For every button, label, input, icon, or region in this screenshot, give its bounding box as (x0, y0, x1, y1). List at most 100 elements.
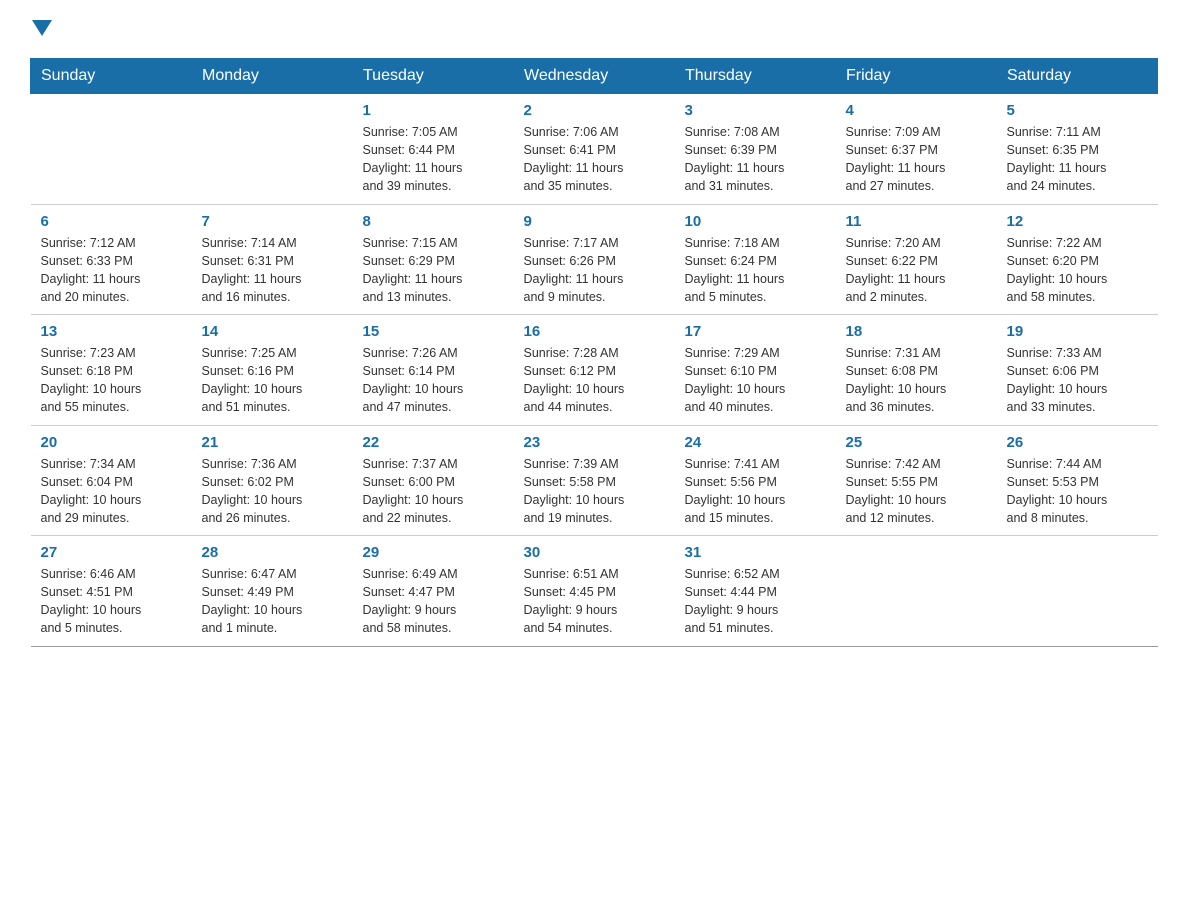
calendar-cell: 31 Sunrise: 6:52 AMSunset: 4:44 PMDayligh… (675, 536, 836, 647)
day-info: Sunrise: 7:41 AMSunset: 5:56 PMDaylight:… (685, 455, 826, 528)
day-number: 8 (363, 213, 504, 230)
calendar-cell: 23Sunrise: 7:39 AMSunset: 5:58 PMDayligh… (514, 425, 675, 536)
calendar-cell: 22 Sunrise: 7:37 AMSunset: 6:00 PMDayligh… (353, 425, 514, 536)
day-info: Sunrise: 6:52 AMSunset: 4:44 PMDaylight:… (685, 565, 826, 638)
calendar-header-row: SundayMondayTuesdayWednesdayThursdayFrid… (31, 59, 1158, 94)
day-info: Sunrise: 7:37 AMSunset: 6:00 PMDaylight:… (363, 455, 504, 528)
calendar-week-row: 27 Sunrise: 6:46 AMSunset: 4:51 PMDayligh… (31, 536, 1158, 647)
header-tuesday: Tuesday (353, 59, 514, 94)
day-info: Sunrise: 7:42 AMSunset: 5:55 PMDaylight:… (846, 455, 987, 528)
calendar-cell: 12 Sunrise: 7:22 AMSunset: 6:20 PMDayligh… (997, 204, 1158, 315)
day-number: 12 (1007, 213, 1148, 230)
calendar-cell (836, 536, 997, 647)
day-info: Sunrise: 7:28 AMSunset: 6:12 PMDaylight:… (524, 344, 665, 417)
day-number: 25 (846, 434, 987, 451)
calendar-cell: 10 Sunrise: 7:18 AMSunset: 6:24 PMDayligh… (675, 204, 836, 315)
calendar-cell: 7 Sunrise: 7:14 AMSunset: 6:31 PMDaylight… (192, 204, 353, 315)
day-number: 11 (846, 213, 987, 230)
day-info: Sunrise: 7:08 AMSunset: 6:39 PMDaylight:… (685, 123, 826, 196)
calendar-cell: 14 Sunrise: 7:25 AMSunset: 6:16 PMDayligh… (192, 315, 353, 426)
calendar-cell: 9 Sunrise: 7:17 AMSunset: 6:26 PMDaylight… (514, 204, 675, 315)
day-number: 6 (41, 213, 182, 230)
calendar-cell: 1Sunrise: 7:05 AMSunset: 6:44 PMDaylight… (353, 94, 514, 205)
day-number: 20 (41, 434, 182, 451)
day-info: Sunrise: 7:11 AMSunset: 6:35 PMDaylight:… (1007, 123, 1148, 196)
calendar-week-row: 13 Sunrise: 7:23 AMSunset: 6:18 PMDayligh… (31, 315, 1158, 426)
calendar-cell: 6 Sunrise: 7:12 AMSunset: 6:33 PMDaylight… (31, 204, 192, 315)
day-number: 17 (685, 323, 826, 340)
day-number: 31 (685, 544, 826, 561)
day-number: 23 (524, 434, 665, 451)
day-info: Sunrise: 6:49 AMSunset: 4:47 PMDaylight:… (363, 565, 504, 638)
calendar-cell: 2 Sunrise: 7:06 AMSunset: 6:41 PMDaylight… (514, 94, 675, 205)
header-saturday: Saturday (997, 59, 1158, 94)
calendar-week-row: 20Sunrise: 7:34 AMSunset: 6:04 PMDayligh… (31, 425, 1158, 536)
header-friday: Friday (836, 59, 997, 94)
calendar-cell: 20Sunrise: 7:34 AMSunset: 6:04 PMDayligh… (31, 425, 192, 536)
day-number: 14 (202, 323, 343, 340)
day-number: 28 (202, 544, 343, 561)
calendar-cell: 26 Sunrise: 7:44 AMSunset: 5:53 PMDayligh… (997, 425, 1158, 536)
day-number: 30 (524, 544, 665, 561)
day-info: Sunrise: 7:23 AMSunset: 6:18 PMDaylight:… (41, 344, 182, 417)
calendar-cell: 18 Sunrise: 7:31 AMSunset: 6:08 PMDayligh… (836, 315, 997, 426)
day-info: Sunrise: 6:47 AMSunset: 4:49 PMDaylight:… (202, 565, 343, 638)
calendar-cell: 28 Sunrise: 6:47 AMSunset: 4:49 PMDayligh… (192, 536, 353, 647)
day-number: 24 (685, 434, 826, 451)
calendar-week-row: 6 Sunrise: 7:12 AMSunset: 6:33 PMDaylight… (31, 204, 1158, 315)
day-number: 2 (524, 102, 665, 119)
page-header (30, 20, 1158, 38)
day-number: 9 (524, 213, 665, 230)
day-info: Sunrise: 7:18 AMSunset: 6:24 PMDaylight:… (685, 234, 826, 307)
header-monday: Monday (192, 59, 353, 94)
day-info: Sunrise: 7:25 AMSunset: 6:16 PMDaylight:… (202, 344, 343, 417)
calendar-cell: 21 Sunrise: 7:36 AMSunset: 6:02 PMDayligh… (192, 425, 353, 536)
day-number: 13 (41, 323, 182, 340)
day-info: Sunrise: 7:09 AMSunset: 6:37 PMDaylight:… (846, 123, 987, 196)
day-info: Sunrise: 7:31 AMSunset: 6:08 PMDaylight:… (846, 344, 987, 417)
day-number: 3 (685, 102, 826, 119)
day-info: Sunrise: 7:17 AMSunset: 6:26 PMDaylight:… (524, 234, 665, 307)
day-number: 16 (524, 323, 665, 340)
day-info: Sunrise: 7:44 AMSunset: 5:53 PMDaylight:… (1007, 455, 1148, 528)
day-info: Sunrise: 7:36 AMSunset: 6:02 PMDaylight:… (202, 455, 343, 528)
calendar-cell: 17Sunrise: 7:29 AMSunset: 6:10 PMDayligh… (675, 315, 836, 426)
calendar-cell: 24 Sunrise: 7:41 AMSunset: 5:56 PMDayligh… (675, 425, 836, 536)
day-number: 26 (1007, 434, 1148, 451)
calendar-week-row: 1Sunrise: 7:05 AMSunset: 6:44 PMDaylight… (31, 94, 1158, 205)
calendar-cell: 5Sunrise: 7:11 AMSunset: 6:35 PMDaylight… (997, 94, 1158, 205)
calendar-cell: 30 Sunrise: 6:51 AMSunset: 4:45 PMDayligh… (514, 536, 675, 647)
calendar-cell: 11 Sunrise: 7:20 AMSunset: 6:22 PMDayligh… (836, 204, 997, 315)
calendar-cell: 8 Sunrise: 7:15 AMSunset: 6:29 PMDaylight… (353, 204, 514, 315)
logo (30, 20, 54, 38)
header-wednesday: Wednesday (514, 59, 675, 94)
day-info: Sunrise: 7:15 AMSunset: 6:29 PMDaylight:… (363, 234, 504, 307)
day-number: 27 (41, 544, 182, 561)
day-info: Sunrise: 7:05 AMSunset: 6:44 PMDaylight:… (363, 123, 504, 196)
day-info: Sunrise: 6:51 AMSunset: 4:45 PMDaylight:… (524, 565, 665, 638)
day-info: Sunrise: 7:33 AMSunset: 6:06 PMDaylight:… (1007, 344, 1148, 417)
day-info: Sunrise: 7:20 AMSunset: 6:22 PMDaylight:… (846, 234, 987, 307)
day-number: 18 (846, 323, 987, 340)
calendar-cell: 29Sunrise: 6:49 AMSunset: 4:47 PMDayligh… (353, 536, 514, 647)
calendar-cell: 27 Sunrise: 6:46 AMSunset: 4:51 PMDayligh… (31, 536, 192, 647)
calendar-cell: 13 Sunrise: 7:23 AMSunset: 6:18 PMDayligh… (31, 315, 192, 426)
day-info: Sunrise: 6:46 AMSunset: 4:51 PMDaylight:… (41, 565, 182, 638)
header-thursday: Thursday (675, 59, 836, 94)
day-info: Sunrise: 7:22 AMSunset: 6:20 PMDaylight:… (1007, 234, 1148, 307)
day-number: 21 (202, 434, 343, 451)
day-number: 10 (685, 213, 826, 230)
day-info: Sunrise: 7:06 AMSunset: 6:41 PMDaylight:… (524, 123, 665, 196)
day-info: Sunrise: 7:12 AMSunset: 6:33 PMDaylight:… (41, 234, 182, 307)
day-number: 7 (202, 213, 343, 230)
header-sunday: Sunday (31, 59, 192, 94)
calendar-cell: 16 Sunrise: 7:28 AMSunset: 6:12 PMDayligh… (514, 315, 675, 426)
calendar-cell: 15Sunrise: 7:26 AMSunset: 6:14 PMDayligh… (353, 315, 514, 426)
logo-triangle-icon (32, 20, 52, 36)
day-number: 19 (1007, 323, 1148, 340)
calendar-cell: 25 Sunrise: 7:42 AMSunset: 5:55 PMDayligh… (836, 425, 997, 536)
calendar-cell: 3 Sunrise: 7:08 AMSunset: 6:39 PMDaylight… (675, 94, 836, 205)
calendar-cell: 4Sunrise: 7:09 AMSunset: 6:37 PMDaylight… (836, 94, 997, 205)
day-info: Sunrise: 7:14 AMSunset: 6:31 PMDaylight:… (202, 234, 343, 307)
day-number: 22 (363, 434, 504, 451)
